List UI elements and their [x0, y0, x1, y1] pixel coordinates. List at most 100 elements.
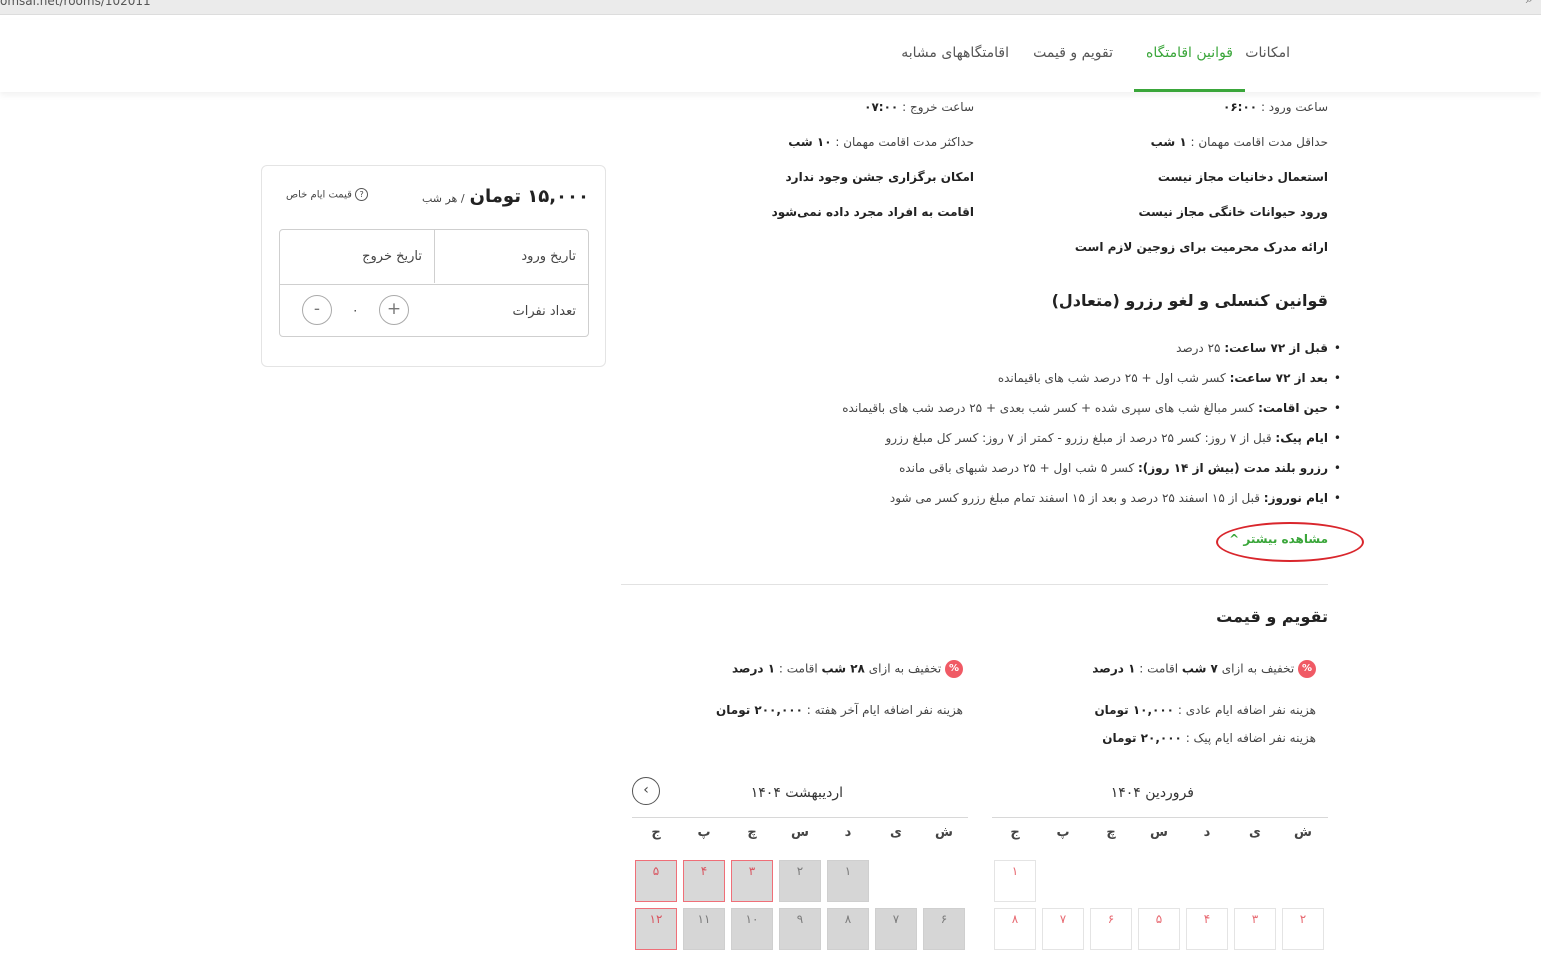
weekday-label: س — [791, 825, 809, 840]
tab-calendar[interactable]: تقویم و قیمت — [1033, 20, 1113, 90]
month-title: فروردین ۱۴۰۴ — [1110, 785, 1194, 801]
month-title: اردیبهشت ۱۴۰۴ — [750, 785, 843, 801]
cancel-rule: حین اقامت: کسر مبالغ شب های سپری شده + ک… — [842, 401, 1340, 415]
calendar-day[interactable]: ۳ — [1234, 908, 1276, 950]
rule-singles: اقامت به افراد مجرد داده نمی‌شود — [771, 205, 974, 219]
calendar-day[interactable]: ۶ — [1090, 908, 1132, 950]
special-price-label: قیمت ایام خاص — [286, 189, 352, 201]
calendar-day[interactable]: ۱۱ — [683, 908, 725, 950]
search-icon[interactable]: ⌕ — [1526, 0, 1533, 7]
discount-nights: ۲۸ شب — [821, 661, 865, 676]
calendar-day[interactable]: ۶ — [923, 908, 965, 950]
prev-month-button[interactable]: ‹ — [632, 777, 660, 805]
rule-party: امکان برگزاری جشن وجود ندارد — [785, 170, 974, 184]
calendar-day[interactable]: ۸ — [994, 908, 1036, 950]
calendar-day[interactable]: ۱۰ — [731, 908, 773, 950]
url-text: omsai.net/rooms/102011 — [0, 0, 151, 8]
increase-guests-button[interactable]: + — [379, 295, 409, 325]
calendar-day[interactable]: ۴ — [1186, 908, 1228, 950]
weekday-label: ی — [890, 825, 902, 840]
weekday-label: چ — [1106, 825, 1116, 840]
calendar-day[interactable]: ۲ — [1282, 908, 1324, 950]
extra-guest-peak: هزینه نفر اضافه ایام پیک : ۲۰,۰۰۰ تومان — [1102, 731, 1316, 745]
cancel-rule: رزرو بلند مدت (بیش از ۱۴ روز): کسر ۵ شب … — [899, 461, 1341, 475]
extra-guest-label: هزینه نفر اضافه ایام آخر هفته : — [806, 703, 963, 717]
rule-marriage: ارائه مدرک محرمیت برای زوجین لازم است — [1074, 240, 1328, 254]
cancel-rule-label: رزرو بلند مدت (بیش از ۱۴ روز): — [1137, 461, 1328, 475]
guests-count: ۰ — [352, 303, 359, 317]
discount-text: تخفیف به ازای — [868, 661, 942, 676]
booking-card: ۱۵,۰۰۰ تومان / هر شب ? قیمت ایام خاص تار… — [261, 165, 606, 367]
section-nav: امکانات قوانین اقامتگاه تقویم و قیمت اقا… — [0, 20, 1541, 92]
weekday-label: ج — [651, 825, 661, 840]
calendar-day[interactable]: ۱ — [994, 860, 1036, 902]
max-stay-label: حداکثر مدت اقامت مهمان : — [835, 135, 974, 149]
calendar-title: تقویم و قیمت — [1216, 607, 1328, 626]
special-price-link[interactable]: ? قیمت ایام خاص — [286, 188, 369, 201]
min-stay-label: حداقل مدت اقامت مهمان : — [1190, 135, 1328, 149]
extra-guest-value: ۲۰,۰۰۰ تومان — [1102, 731, 1182, 745]
max-stay: حداکثر مدت اقامت مهمان : ۱۰ شب — [788, 135, 974, 149]
chevron-left-icon: ‹ — [643, 782, 649, 798]
calendar-day[interactable]: ۴ — [683, 860, 725, 902]
calendar-day[interactable]: ۱ — [827, 860, 869, 902]
weekday-label: ش — [1294, 825, 1312, 840]
checkout-label: ساعت خروج : — [902, 100, 974, 114]
cancel-rule-text: قبل از ۷ روز: کسر ۲۵ درصد از مبلغ رزرو -… — [885, 431, 1272, 445]
discount-weekly: % تخفیف به ازای ۷ شب اقامت : ۱ درصد — [1092, 660, 1316, 678]
checkin-value: ۰۶:۰۰ — [1223, 100, 1258, 114]
checkin-time: ساعت ورود : ۰۶:۰۰ — [1223, 100, 1328, 114]
weekday-label: ی — [1249, 825, 1261, 840]
weekday-label: د — [844, 825, 852, 840]
percent-icon: % — [1298, 660, 1316, 678]
cancellation-title: قوانین کنسلی و لغو رزرو (متعادل) — [1051, 291, 1328, 310]
browser-url-bar[interactable]: omsai.net/rooms/102011 ⌕ — [0, 0, 1541, 15]
guests-label: تعداد نفرات — [512, 304, 576, 319]
discount-text: تخفیف به ازای — [1221, 661, 1295, 676]
booking-form: تاریخ ورود تاریخ خروج تعداد نفرات + ۰ - — [279, 229, 589, 337]
rule-pets: ورود حیوانات خانگی مجاز نیست — [1138, 205, 1328, 219]
checkout-time: ساعت خروج : ۰۷:۰۰ — [864, 100, 974, 114]
cancel-rule-label: ایام پیک: — [1275, 431, 1328, 445]
extra-guest-label: هزینه نفر اضافه ایام پیک : — [1185, 731, 1316, 745]
weekday-label: ج — [1010, 825, 1020, 840]
checkin-date-field[interactable]: تاریخ ورود — [521, 230, 576, 283]
price-value: ۱۵,۰۰۰ تومان — [469, 186, 589, 207]
decrease-guests-button[interactable]: - — [302, 295, 332, 325]
cancel-rule-label: بعد از ۷۲ ساعت: — [1229, 371, 1328, 385]
cancel-rule-text: ۲۵ درصد — [1176, 341, 1221, 355]
calendar-day[interactable]: ۱۲ — [635, 908, 677, 950]
discount-monthly: % تخفیف به ازای ۲۸ شب اقامت : ۱ درصد — [732, 660, 963, 678]
weekday-label: پ — [1056, 825, 1070, 840]
discount-value: ۱ درصد — [731, 661, 776, 676]
calendar-day[interactable]: ۲ — [779, 860, 821, 902]
cancel-rule: بعد از ۷۲ ساعت: کسر شب اول + ۲۵ درصد شب … — [997, 371, 1341, 385]
cancel-rule-text: کسر ۵ شب اول + ۲۵ درصد شبهای باقی مانده — [899, 461, 1135, 475]
checkout-date-field[interactable]: تاریخ خروج — [362, 230, 422, 283]
discount-text: اقامت : — [1139, 661, 1179, 676]
calendar-day[interactable]: ۹ — [779, 908, 821, 950]
cancel-rule: قبل از ۷۲ ساعت: ۲۵ درصد — [1176, 341, 1341, 355]
section-divider — [621, 584, 1328, 585]
cancel-rule-text: کسر شب اول + ۲۵ درصد شب های باقیمانده — [997, 371, 1226, 385]
help-icon: ? — [355, 188, 369, 201]
calendar-day[interactable]: ۵ — [635, 860, 677, 902]
tab-amenities[interactable]: امکانات — [1245, 20, 1290, 90]
extra-guest-label: هزینه نفر اضافه ایام عادی : — [1177, 703, 1316, 717]
weekday-label: س — [1150, 825, 1168, 840]
calendar-day[interactable]: ۷ — [875, 908, 917, 950]
extra-guest-weekend: هزینه نفر اضافه ایام آخر هفته : ۲۰۰,۰۰۰ … — [716, 703, 963, 717]
calendar-day[interactable]: ۸ — [827, 908, 869, 950]
weekday-label: چ — [747, 825, 757, 840]
min-stay: حداقل مدت اقامت مهمان : ۱ شب — [1151, 135, 1328, 149]
rule-smoking: استعمال دخانیات مجاز نیست — [1157, 170, 1328, 184]
tab-rules[interactable]: قوانین اقامتگاه — [1134, 20, 1245, 92]
calendar-day[interactable]: ۷ — [1042, 908, 1084, 950]
weekday-label: د — [1203, 825, 1211, 840]
guests-row: تعداد نفرات + ۰ - — [280, 284, 588, 337]
tab-similar[interactable]: اقامتگاههای مشابه — [901, 20, 1009, 90]
cancel-rule-label: حین اقامت: — [1258, 401, 1328, 415]
calendar-day[interactable]: ۳ — [731, 860, 773, 902]
calendar-day[interactable]: ۵ — [1138, 908, 1180, 950]
extra-guest-value: ۲۰۰,۰۰۰ تومان — [716, 703, 803, 717]
